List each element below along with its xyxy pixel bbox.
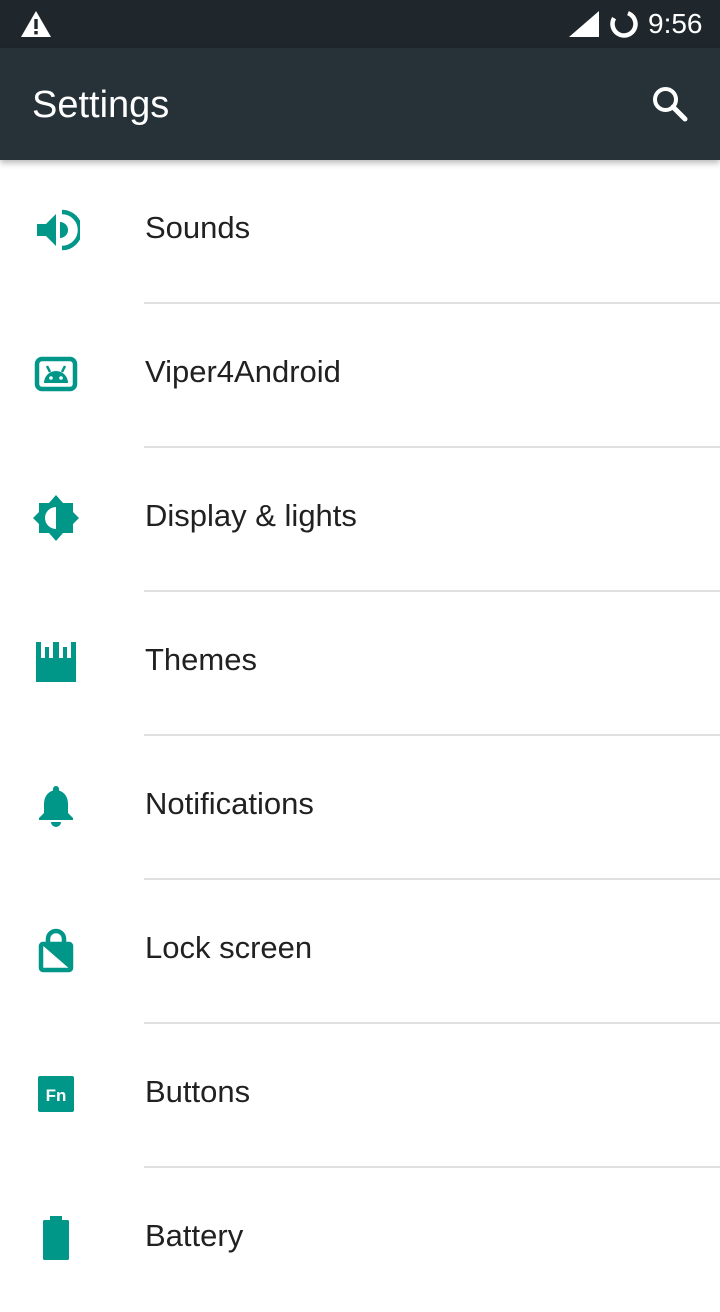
settings-item-label: Lock screen [145, 930, 313, 965]
search-icon[interactable] [648, 82, 692, 126]
cell-signal-icon [569, 11, 599, 37]
settings-item-label: Themes [145, 642, 257, 677]
settings-item-buttons[interactable]: Fn Buttons [0, 1024, 720, 1168]
settings-item-label: Notifications [145, 786, 314, 821]
status-bar: 9:56 [0, 0, 720, 48]
fn-buttons-icon: Fn [38, 1076, 74, 1112]
settings-item-sounds[interactable]: Sounds [0, 160, 720, 304]
settings-item-viper4android[interactable]: Viper4Android [0, 304, 720, 448]
lock-screen-icon [38, 928, 74, 973]
settings-item-label: Buttons [145, 1074, 251, 1109]
settings-item-notifications[interactable]: Notifications [0, 736, 720, 880]
settings-item-display-lights[interactable]: Display & lights [0, 448, 720, 592]
app-bar: Settings [0, 48, 720, 160]
android-icon [34, 356, 78, 392]
status-time: 9:56 [648, 8, 703, 39]
settings-item-label: Sounds [145, 210, 251, 245]
settings-item-label: Display & lights [145, 498, 357, 533]
settings-item-battery[interactable]: Battery [0, 1168, 720, 1312]
settings-item-themes[interactable]: Themes [0, 592, 720, 736]
warning-icon [21, 11, 51, 37]
settings-list: Sounds Viper4Android Display & lights Th… [0, 160, 720, 1312]
settings-item-label: Viper4Android [145, 354, 341, 389]
bell-icon [39, 786, 73, 827]
page-title: Settings [32, 84, 170, 126]
brightness-icon [33, 495, 79, 541]
themes-icon [36, 642, 76, 682]
speaker-icon [37, 209, 80, 251]
settings-item-lock-screen[interactable]: Lock screen [0, 880, 720, 1024]
svg-text:Fn: Fn [46, 1086, 67, 1105]
sync-ring-icon [610, 10, 638, 38]
battery-icon [43, 1216, 69, 1260]
settings-item-label: Battery [145, 1218, 244, 1253]
